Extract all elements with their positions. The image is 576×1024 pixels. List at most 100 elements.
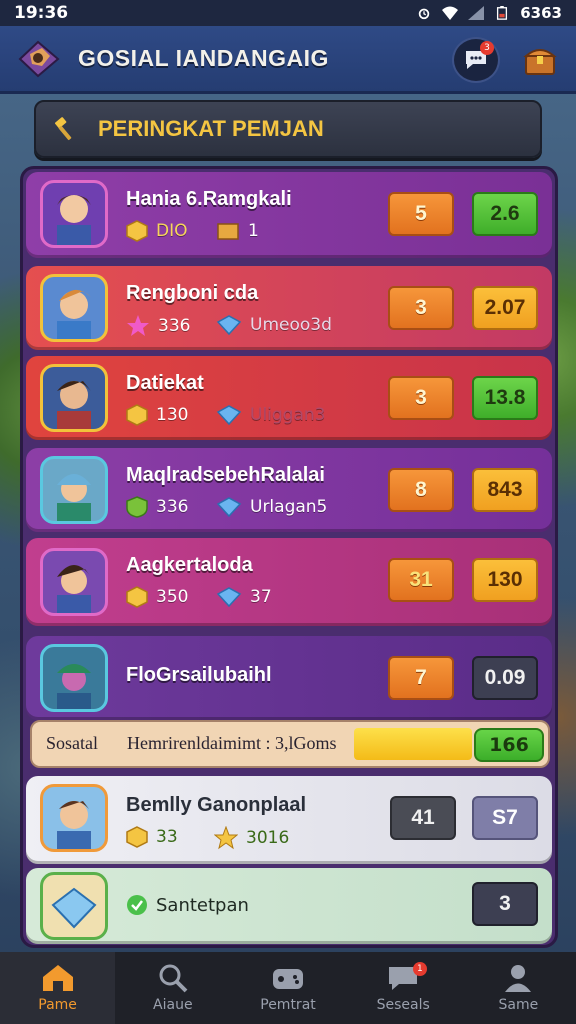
gold-badge-icon: [126, 826, 148, 848]
profile-icon: [505, 965, 532, 992]
nav-item-social[interactable]: 1 Seseals: [346, 952, 461, 1024]
nav-label: Seseals: [376, 997, 430, 1013]
bonus-text: Hemrirenldaimimt : 3,lGoms: [127, 733, 337, 753]
bottom-navigation: Pame Aiaue Pemtrat 1 Seseals Same: [0, 952, 576, 1024]
player-avatar: [40, 364, 108, 432]
bonus-progress-fill: [354, 728, 472, 760]
leaderboard-row[interactable]: MaqlradsebehRalalai 336 Urlagan5 8 843: [26, 448, 552, 532]
player-name: Hania 6.Ramgkali: [126, 188, 292, 210]
rank-box: 5: [388, 192, 454, 236]
home-icon: [42, 965, 73, 991]
shield-stat: 336: [126, 496, 188, 518]
nav-item-profile[interactable]: Same: [461, 952, 576, 1024]
treasure-chest-icon: [523, 49, 557, 75]
bonus-label: Sosatal: [46, 733, 98, 753]
game-logo-icon: [18, 40, 60, 77]
app-title: GOSIAL IANDANGAIG: [78, 45, 329, 71]
back-button[interactable]: [16, 36, 62, 82]
battery-icon: [497, 6, 508, 20]
gold-stat: DIO: [126, 220, 188, 242]
search-icon: [159, 964, 188, 993]
nav-label: Pame: [38, 997, 77, 1013]
gem-value: 1: [248, 221, 259, 241]
star-value: 3016: [246, 828, 290, 848]
leaderboard-row[interactable]: Santetpan 3: [26, 868, 552, 944]
player-name-row: Santetpan: [126, 894, 249, 916]
nav-badge: 1: [412, 962, 427, 976]
leaderboard-title: PERINGKAT PEMJAN: [98, 116, 324, 141]
leaderboard-row[interactable]: FloGrsailubaihl 7 0.09: [26, 636, 552, 720]
gold-value: 130: [156, 405, 189, 425]
treasure-chest-button[interactable]: [518, 38, 562, 82]
leaderboard-header: PERINGKAT PEMJAN: [34, 100, 542, 158]
player-avatar: [40, 784, 108, 852]
nav-item-search[interactable]: Aiaue: [115, 952, 230, 1024]
pink-star-icon: [127, 315, 149, 336]
leaderboard-row[interactable]: Bemlly Ganonplaal 33 3016 41 S7: [26, 776, 552, 864]
star-stat: 3016: [214, 826, 289, 850]
crystal-value: Urlagan5: [250, 497, 328, 517]
gem-stat: 1: [216, 220, 259, 242]
crate-icon: [217, 223, 239, 240]
player-name: Aagkertaloda: [126, 554, 253, 576]
player-avatar: [40, 180, 108, 248]
gold-stat: 350: [126, 586, 188, 608]
app-bar: GOSIAL IANDANGAIG 3: [0, 26, 576, 94]
crystal-value: Umeoo3d: [250, 315, 332, 335]
signal-icon: [468, 6, 485, 20]
gold-stat: 130: [126, 404, 188, 426]
gold-value: DIO: [156, 221, 188, 241]
star-icon: [214, 826, 238, 850]
gem-value: 336: [158, 316, 191, 336]
crystal-stat: Uliggan3: [216, 404, 325, 426]
score-box: 843: [472, 468, 538, 512]
status-right-text: 6363: [520, 4, 562, 22]
player-avatar: [40, 274, 108, 342]
crystal-stat: Urlagan5: [216, 496, 327, 518]
player-name: MaqlradsebehRalalai: [126, 464, 325, 486]
score-box: 3: [472, 882, 538, 926]
hammer-icon: [55, 117, 72, 141]
gem-stat: 336: [126, 314, 190, 338]
shield-value: 336: [156, 497, 189, 517]
rank-box: 8: [388, 468, 454, 512]
nav-label: Pemtrat: [260, 997, 316, 1013]
score-box: 13.8: [472, 376, 538, 420]
leaderboard-row[interactable]: Rengboni cda 336 Umeoo3d 3 2.07: [26, 266, 552, 350]
status-time: 19:36: [14, 3, 69, 23]
alarm-icon: [419, 8, 430, 20]
nav-label: Same: [498, 997, 539, 1013]
player-avatar: [40, 456, 108, 524]
gold-badge-icon: [126, 220, 148, 242]
player-name: Santetpan: [156, 894, 249, 916]
player-name: Bemlly Ganonplaal: [126, 794, 307, 816]
score-box: 0.09: [472, 656, 538, 700]
leaderboard-row[interactable]: Hania 6.Ramgkali DIO 1 5 2.6: [26, 172, 552, 258]
player-avatar: [40, 644, 108, 712]
status-bar: 19:36 6363: [0, 0, 576, 26]
nav-item-game[interactable]: Pemtrat: [230, 952, 345, 1024]
score-box: 130: [472, 558, 538, 602]
player-avatar: [40, 548, 108, 616]
gold-stat: 33: [126, 826, 178, 848]
shield-icon: [126, 496, 148, 518]
player-name: Rengboni cda: [126, 282, 259, 304]
leaderboard-row[interactable]: Datiekat 130 Uliggan3 3 13.8: [26, 356, 552, 440]
crystal-icon: [216, 587, 242, 608]
gold-value: 350: [156, 587, 189, 607]
wifi-icon: [442, 6, 459, 20]
rank-box: 41: [390, 796, 456, 840]
chat-button[interactable]: 3: [452, 37, 500, 83]
score-box: 2.6: [472, 192, 538, 236]
check-circle-icon: [127, 895, 147, 915]
nav-item-home[interactable]: Pame: [0, 952, 116, 1024]
chat-badge: 3: [480, 41, 494, 55]
leaderboard-row[interactable]: Aagkertaloda 350 37 31 130: [26, 538, 552, 626]
rank-box: 3: [388, 376, 454, 420]
rank-box: 31: [388, 558, 454, 602]
player-name: FloGrsailubaihl: [126, 664, 272, 686]
crystal-stat: Umeoo3d: [216, 314, 332, 336]
player-name: Datiekat: [126, 372, 204, 394]
gold-badge-icon: [126, 586, 148, 608]
bonus-progress-bar: Sosatal Hemrirenldaimimt : 3,lGoms 166: [30, 720, 550, 768]
